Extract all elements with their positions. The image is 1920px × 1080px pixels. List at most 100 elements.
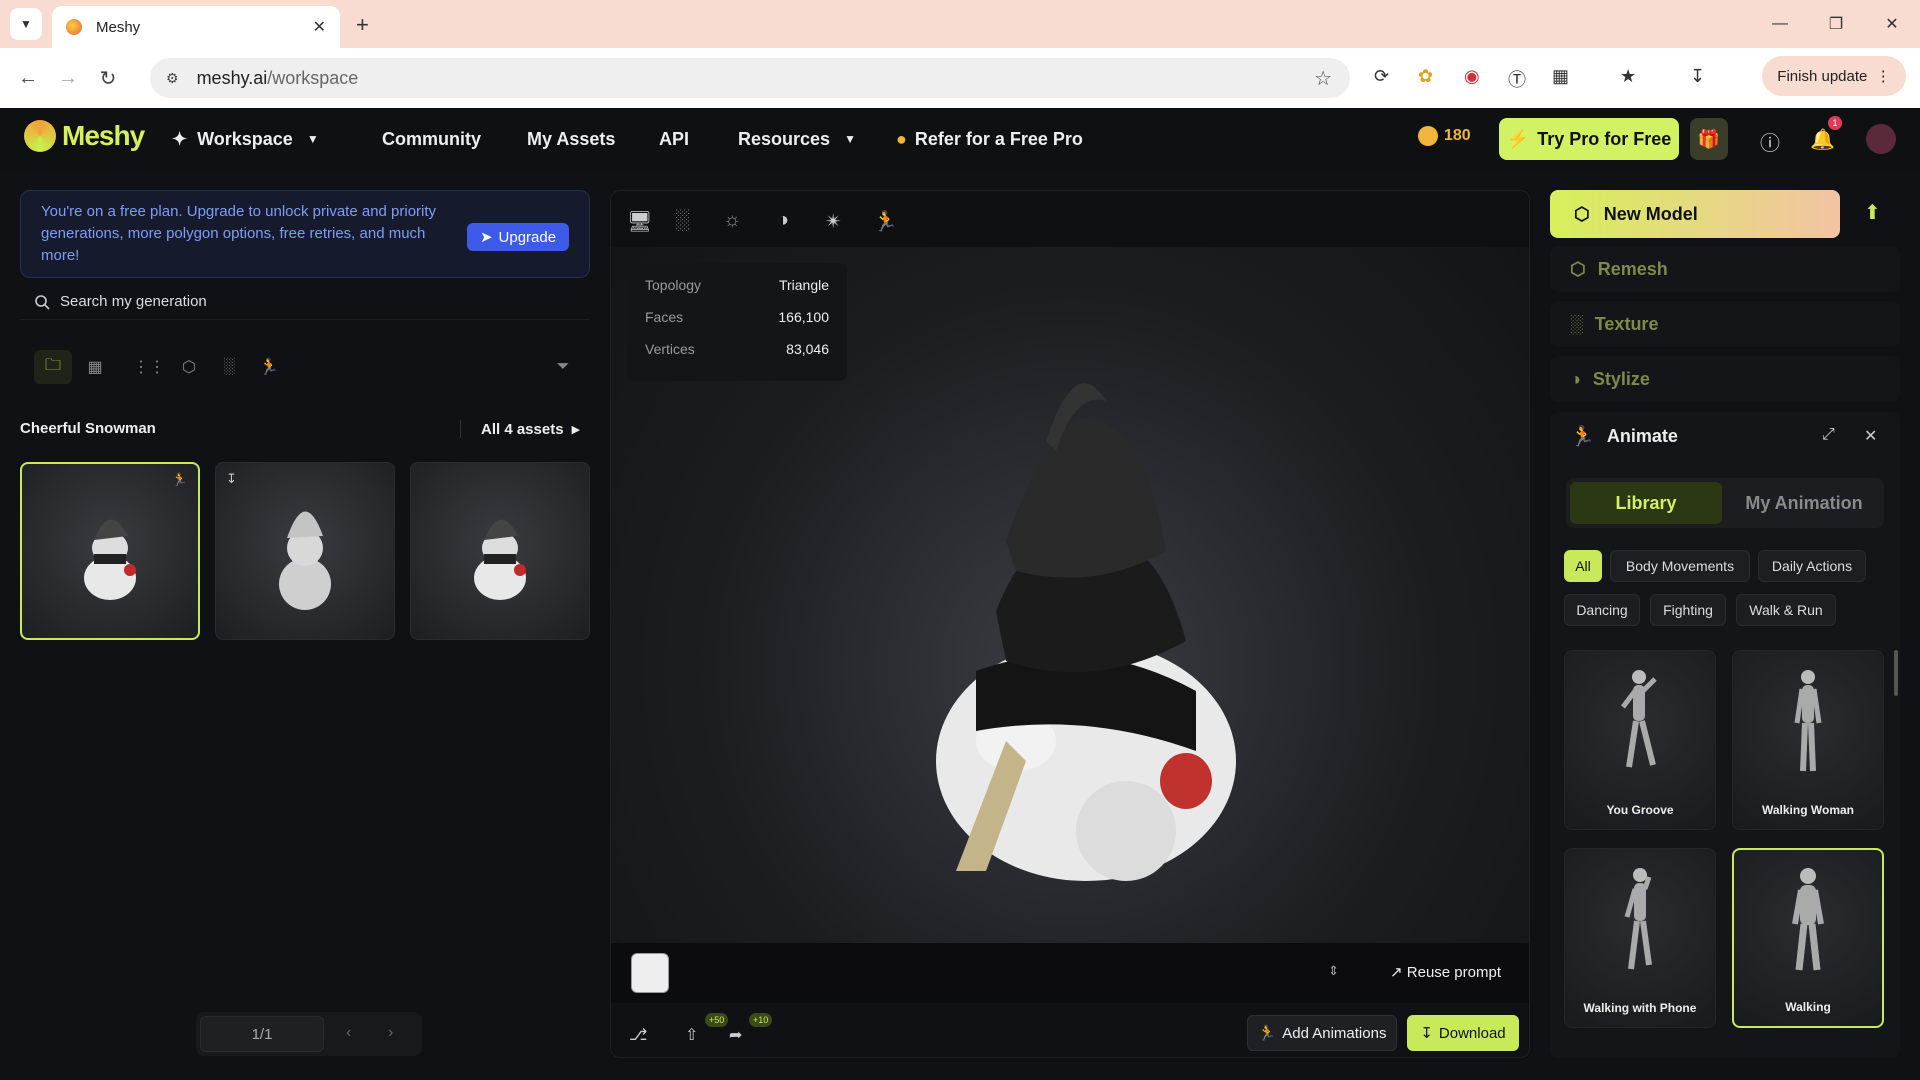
rig-icon[interactable]: ✴ <box>825 209 842 234</box>
light-icon[interactable]: ☼ <box>723 209 741 232</box>
reference-image-thumbnail[interactable] <box>631 953 669 993</box>
mannequin-figure <box>1792 868 1824 971</box>
forward-icon[interactable]: → <box>48 67 88 90</box>
animation-card-you-groove[interactable]: You Groove <box>1564 650 1716 830</box>
new-model-button[interactable]: ⬡ New Model <box>1550 190 1840 238</box>
bell-icon[interactable]: 🔔 <box>1810 127 1835 152</box>
bookmark-star-icon[interactable]: ☆ <box>1314 66 1332 91</box>
expand-collapse-icon[interactable]: ⇕ <box>1328 963 1339 979</box>
tab-title: Meshy <box>96 18 141 36</box>
nav-refer[interactable]: ● Refer for a Free Pro <box>896 108 1083 170</box>
help-icon[interactable]: ⓘ <box>1760 127 1780 156</box>
close-icon[interactable]: ✕ <box>1864 426 1877 446</box>
downloads-icon[interactable]: ↧ <box>1690 66 1705 87</box>
prev-page-icon[interactable]: ‹ <box>346 1024 351 1042</box>
red-extension-icon[interactable]: ◉ <box>1464 66 1480 87</box>
restore-button[interactable]: ❐ <box>1808 0 1864 48</box>
credits-display[interactable]: 180 <box>1418 126 1471 146</box>
grid-view-button[interactable]: ▦ <box>76 350 114 384</box>
stat-row: Vertices 83,046 <box>645 341 829 373</box>
site-info-icon[interactable]: ⚙ <box>166 70 179 87</box>
sync-extension-icon[interactable]: ⟳ <box>1374 66 1389 87</box>
monitor-icon[interactable]: 🖥 <box>627 209 652 234</box>
grid-icon: ▦ <box>87 359 103 376</box>
bookmarks-star-icon[interactable]: ★ <box>1620 66 1636 87</box>
chip-all[interactable]: All <box>1564 550 1602 582</box>
nav-community[interactable]: Community <box>382 108 481 170</box>
close-tab-icon[interactable]: ✕ <box>313 17 326 37</box>
reload-icon[interactable]: ↻ <box>88 66 128 91</box>
chip-body-movements[interactable]: Body Movements <box>1610 550 1750 582</box>
filter-button[interactable]: ⏷ <box>544 350 582 384</box>
nav-resources[interactable]: Resources ▼ <box>738 108 856 170</box>
tab-library[interactable]: Library <box>1570 482 1722 524</box>
logo-text: Meshy <box>62 120 145 151</box>
model-viewer[interactable]: 🖥 ░ ☼ ◑ ✴ 🏃 Topology Triangle Faces 166,10… <box>610 190 1530 1058</box>
nav-workspace[interactable]: ✦ Workspace ▼ <box>172 108 319 170</box>
search-icon <box>35 294 50 310</box>
user-avatar[interactable] <box>1866 124 1896 154</box>
folder-view-button[interactable]: 🗀 <box>34 350 72 384</box>
reuse-prompt-button[interactable]: ↗ Reuse prompt <box>1390 963 1501 981</box>
chip-fighting[interactable]: Fighting <box>1650 594 1726 626</box>
minimize-button[interactable]: — <box>1752 0 1808 48</box>
coin-icon: ● <box>896 128 907 149</box>
publish-icon[interactable]: ⇧ <box>685 1025 698 1045</box>
animation-card-walking-with-phone[interactable]: Walking with Phone <box>1564 848 1716 1028</box>
upload-icon[interactable]: ⬆ <box>1864 200 1881 225</box>
color-extension-icon[interactable]: ✿ <box>1418 66 1433 87</box>
model-filter[interactable]: ⬡ <box>170 350 208 384</box>
all-types-filter[interactable]: ⋮⋮ <box>130 350 168 384</box>
animation-runner-icon[interactable]: 🏃 <box>873 209 898 234</box>
tool-remesh[interactable]: ⬡ Remesh <box>1550 246 1900 292</box>
gift-button[interactable]: 🎁 <box>1690 118 1728 160</box>
asset-thumbnail[interactable]: ↧ <box>215 462 395 640</box>
tab-list-button[interactable]: ▼ <box>10 8 42 40</box>
new-tab-button[interactable]: + <box>356 12 369 38</box>
chip-dancing[interactable]: Dancing <box>1564 594 1640 626</box>
texture-icon[interactable]: ░ <box>675 209 689 232</box>
tool-texture[interactable]: ░ Texture <box>1550 301 1900 347</box>
tool-label: Stylize <box>1592 368 1650 389</box>
new-model-label: New Model <box>1603 203 1698 224</box>
animation-card-walking-woman[interactable]: Walking Woman <box>1732 650 1884 830</box>
animation-list-scrollbar[interactable] <box>1894 650 1898 696</box>
nav-api[interactable]: API <box>659 108 689 170</box>
chip-walk-run[interactable]: Walk & Run <box>1736 594 1836 626</box>
address-bar[interactable]: ⚙ meshy.ai/workspace ☆ <box>150 58 1350 98</box>
search-input[interactable]: Search my generation <box>20 284 590 320</box>
snowman-thumbnail-image <box>474 519 526 600</box>
animate-title: Animate <box>1606 426 1678 446</box>
asset-thumbnail[interactable] <box>410 462 590 640</box>
wordpress-extension-icon[interactable]: Ⓣ <box>1508 66 1526 92</box>
close-window-button[interactable]: ✕ <box>1864 0 1920 48</box>
nav-my-assets[interactable]: My Assets <box>527 108 615 170</box>
chip-daily-actions[interactable]: Daily Actions <box>1758 550 1866 582</box>
download-button[interactable]: ↧ Download <box>1407 1015 1519 1051</box>
meshy-logo[interactable]: Meshy <box>24 120 145 152</box>
stat-label: Topology <box>645 277 702 293</box>
all-assets-link[interactable]: All 4 assets ▸ <box>460 420 579 438</box>
animation-filter[interactable]: 🏃 <box>250 350 288 384</box>
try-pro-button[interactable]: ⚡ Try Pro for Free <box>1499 118 1679 160</box>
back-icon[interactable]: ← <box>8 67 48 90</box>
texture-filter[interactable]: ░ <box>210 350 248 384</box>
hierarchy-icon[interactable]: ⎇ <box>629 1025 647 1045</box>
upgrade-button[interactable]: ➤ Upgrade <box>467 223 569 251</box>
chevron-down-icon: ▼ <box>844 132 856 146</box>
page-indicator[interactable]: 1/1 <box>200 1016 324 1052</box>
tool-stylize[interactable]: ◑ Stylize <box>1550 356 1900 402</box>
extensions-puzzle-icon[interactable]: ▦ <box>1552 66 1569 87</box>
expand-icon[interactable]: ⤢ <box>1822 426 1835 444</box>
add-animations-button[interactable]: 🏃 Add Animations <box>1247 1015 1397 1051</box>
share-icon[interactable]: ➦ <box>729 1025 742 1045</box>
download-icon: ↧ <box>1420 1025 1433 1042</box>
finish-update-button[interactable]: Finish update ⋮ <box>1762 56 1906 96</box>
next-page-icon[interactable]: › <box>388 1024 393 1042</box>
animation-card-walking[interactable]: Walking <box>1732 848 1884 1028</box>
asset-thumbnail[interactable]: 🏃 <box>20 462 200 640</box>
browser-tab[interactable]: Meshy ✕ <box>52 6 340 48</box>
tab-my-animation[interactable]: My Animation <box>1728 482 1880 524</box>
material-sphere-icon[interactable]: ◑ <box>777 209 789 232</box>
add-animations-label: Add Animations <box>1282 1024 1387 1042</box>
